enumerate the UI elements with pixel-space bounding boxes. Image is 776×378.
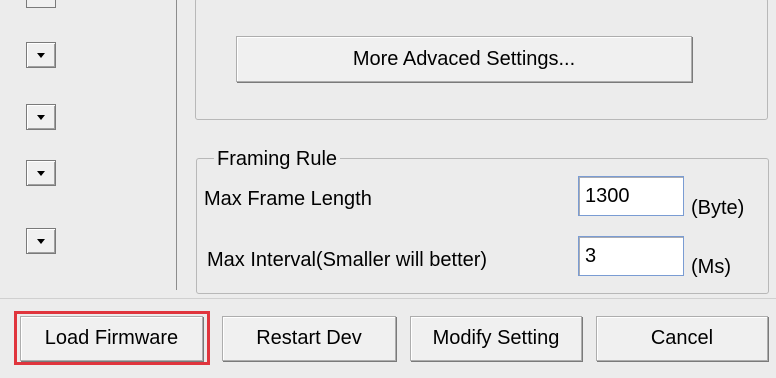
divider (176, 0, 177, 290)
max-interval-label: Max Interval(Smaller will better) (207, 249, 488, 271)
chevron-down-icon (37, 239, 45, 244)
max-frame-length-unit: (Byte) (691, 197, 745, 219)
chevron-down-icon (37, 53, 45, 58)
more-advanced-settings-button[interactable]: More Advaced Settings... (236, 36, 692, 82)
dropdown-button-4[interactable] (26, 228, 56, 254)
max-frame-length-label: Max Frame Length (204, 188, 372, 210)
chevron-down-icon (37, 115, 45, 120)
max-interval-field[interactable] (578, 236, 684, 276)
dropdown-button-partial[interactable] (26, 0, 56, 8)
max-interval-unit: (Ms) (691, 256, 731, 278)
settings-panel: More Advaced Settings... Framing Rule Ma… (0, 0, 776, 378)
modify-setting-button[interactable]: Modify Setting (410, 316, 582, 361)
footer-separator (0, 298, 776, 299)
restart-dev-button[interactable]: Restart Dev (222, 316, 396, 361)
dropdown-button-1[interactable] (26, 42, 56, 68)
framing-rule-legend: Framing Rule (214, 148, 341, 170)
highlight-box (14, 311, 210, 365)
max-frame-length-field[interactable] (578, 176, 684, 216)
dropdown-button-3[interactable] (26, 160, 56, 186)
chevron-down-icon (37, 171, 45, 176)
cancel-button[interactable]: Cancel (596, 316, 768, 361)
dropdown-button-2[interactable] (26, 104, 56, 130)
